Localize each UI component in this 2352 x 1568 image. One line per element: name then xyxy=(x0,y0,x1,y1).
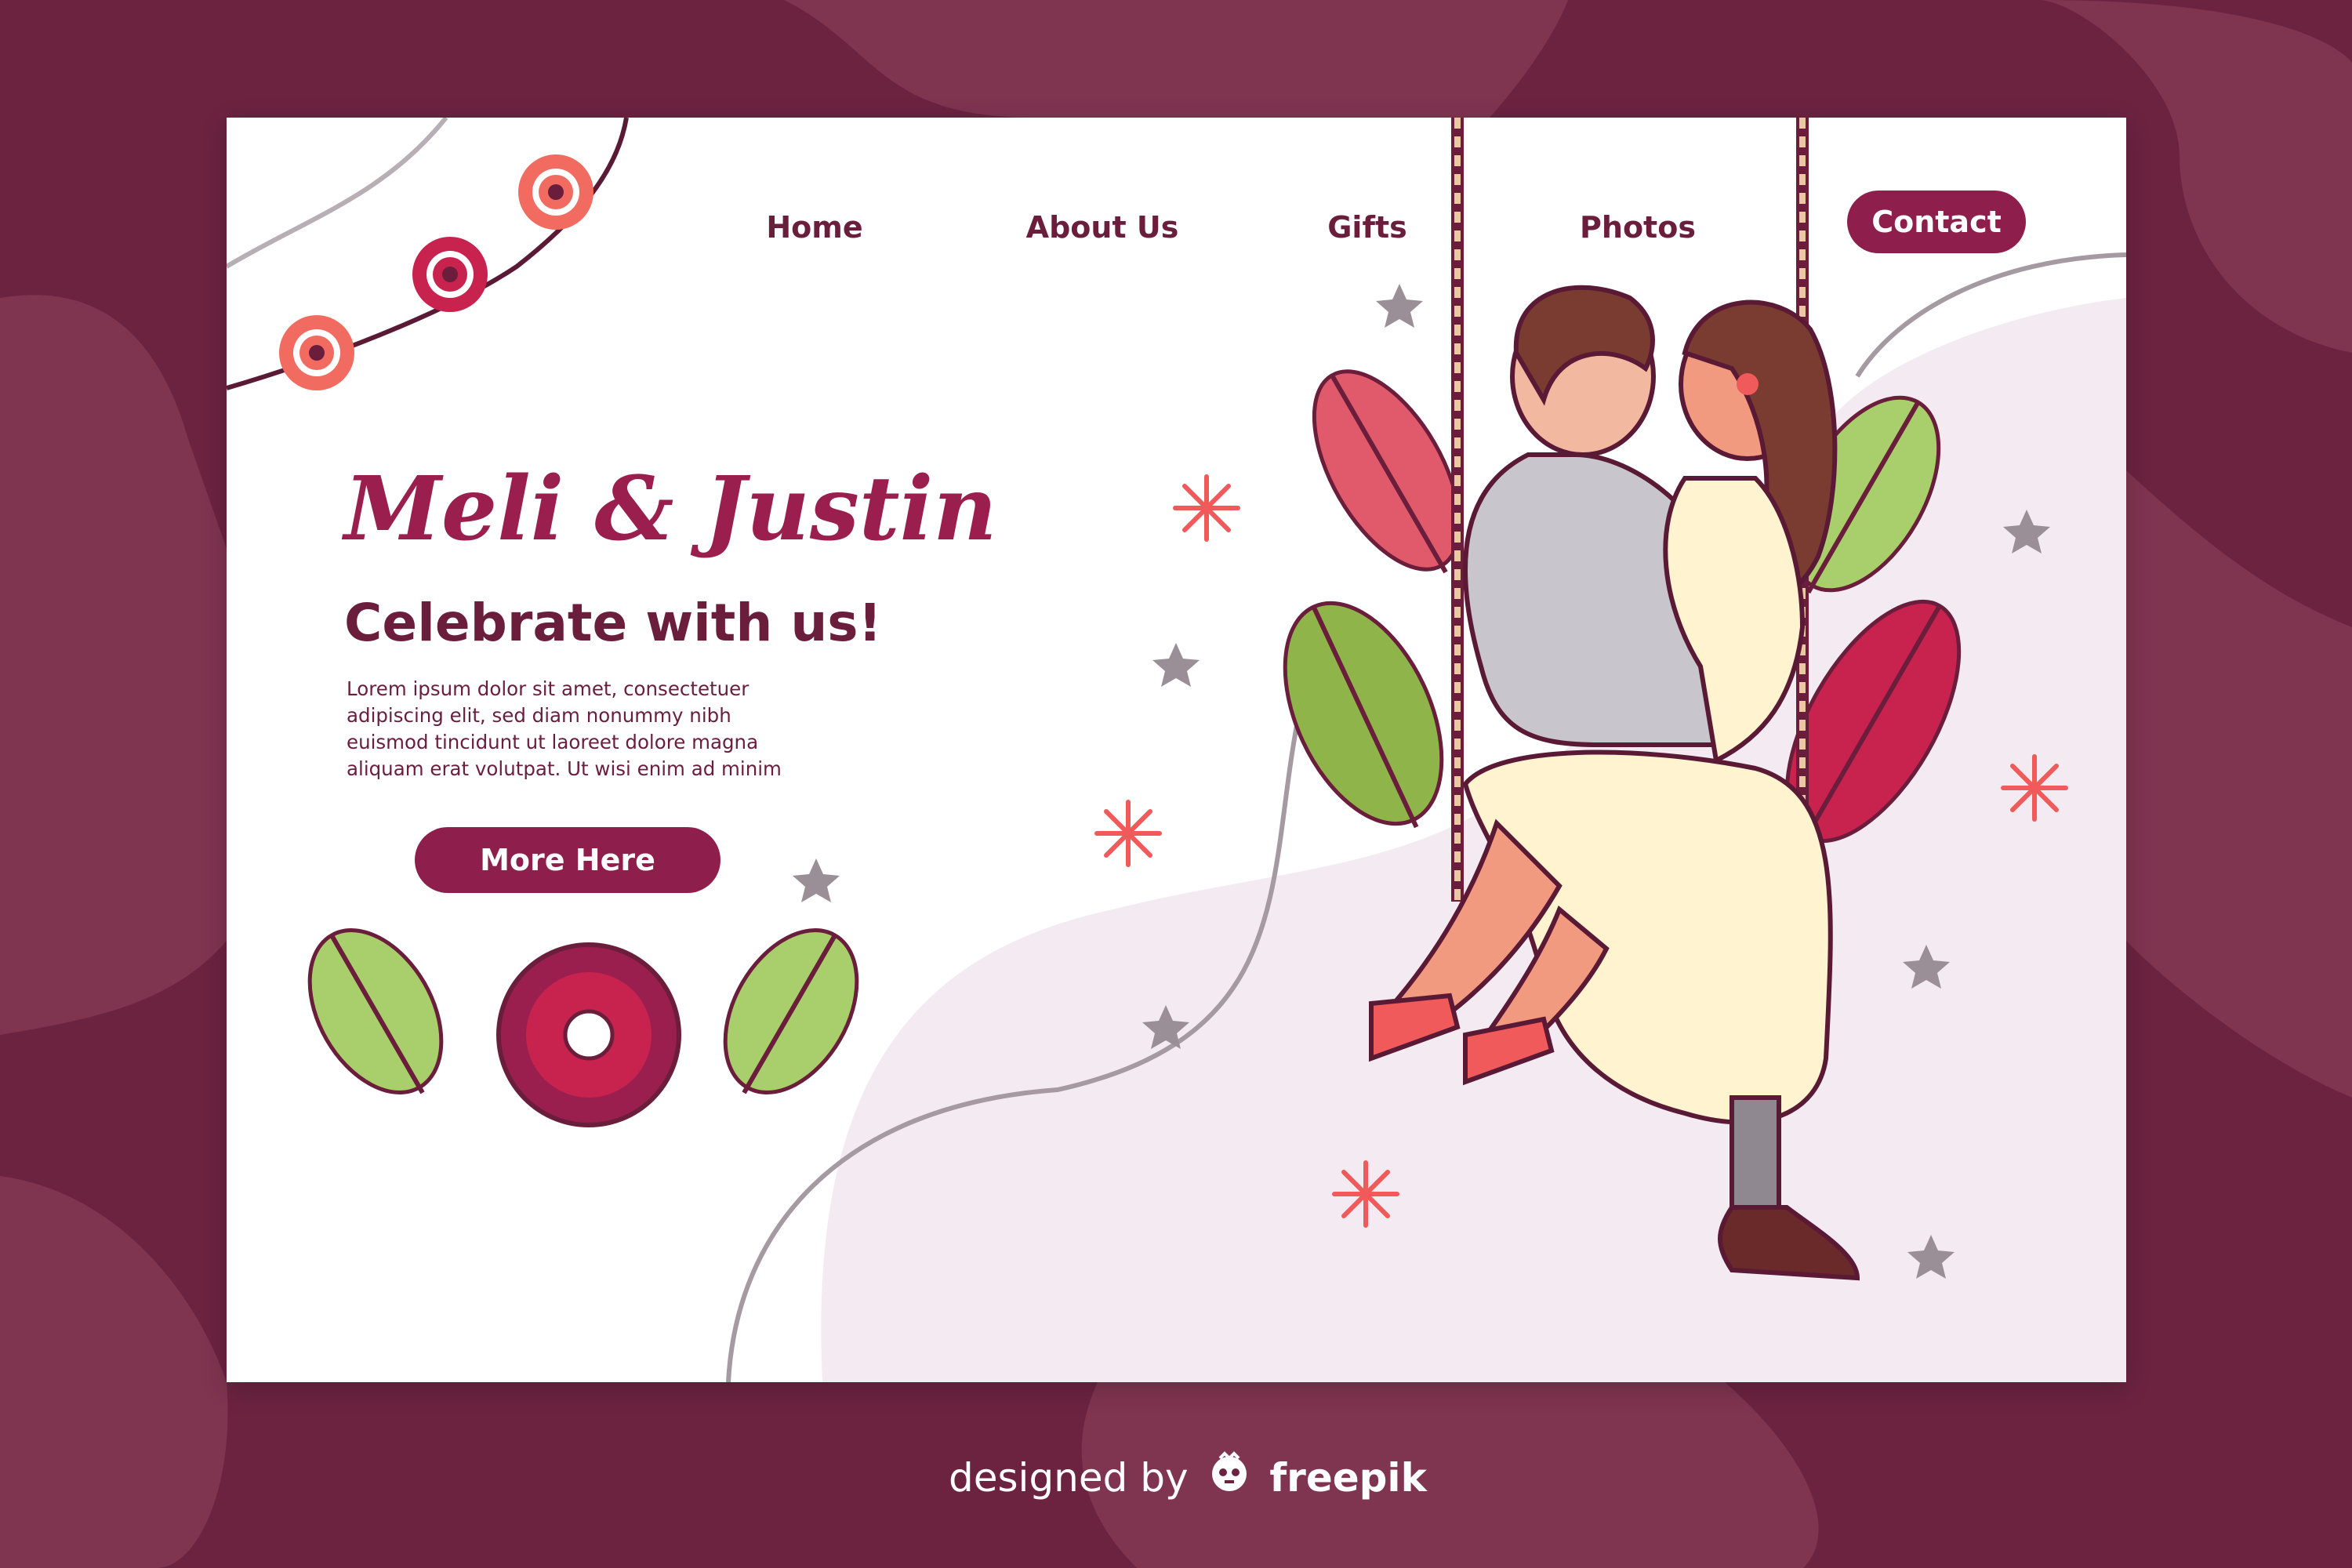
contact-button[interactable]: Contact xyxy=(1847,191,2026,253)
hero-description: Lorem ipsum dolor sit amet, consectetuer… xyxy=(347,677,782,780)
nav-photos[interactable]: Photos xyxy=(1571,204,1704,251)
nav-about-us[interactable]: About Us xyxy=(1012,204,1192,251)
sparkle-icon xyxy=(2001,754,2068,822)
top-navigation: Home About Us Gifts Photos Contact xyxy=(227,118,2126,274)
celebrate-headline: Celebrate with us! xyxy=(344,593,882,653)
nav-home[interactable]: Home xyxy=(744,204,885,251)
leaf-left-icon xyxy=(307,928,444,1094)
freepik-logo-icon xyxy=(1207,1446,1251,1516)
leaf-green-icon xyxy=(1283,601,1444,829)
more-here-button[interactable]: More Here xyxy=(415,827,720,893)
footer-brand[interactable]: freepik xyxy=(1269,1455,1426,1501)
star-icon xyxy=(793,858,840,902)
leaf-right-icon xyxy=(723,928,859,1094)
footer-credit: designed by freepik xyxy=(949,1443,1427,1516)
star-icon xyxy=(1152,643,1200,687)
star-icon xyxy=(1376,284,1423,328)
sparkle-icon xyxy=(1173,474,1240,542)
flower-center-icon xyxy=(496,942,681,1127)
footer-prefix: designed by xyxy=(949,1455,1189,1501)
couple-names-title: Meli & Justin xyxy=(344,458,997,561)
garland-flower-1-icon xyxy=(279,315,354,390)
sparkle-icon xyxy=(1332,1160,1399,1228)
sparkle-icon xyxy=(1094,800,1162,867)
landing-card: Home About Us Gifts Photos Contact Meli … xyxy=(227,118,2126,1382)
nav-gifts[interactable]: Gifts xyxy=(1316,204,1418,251)
